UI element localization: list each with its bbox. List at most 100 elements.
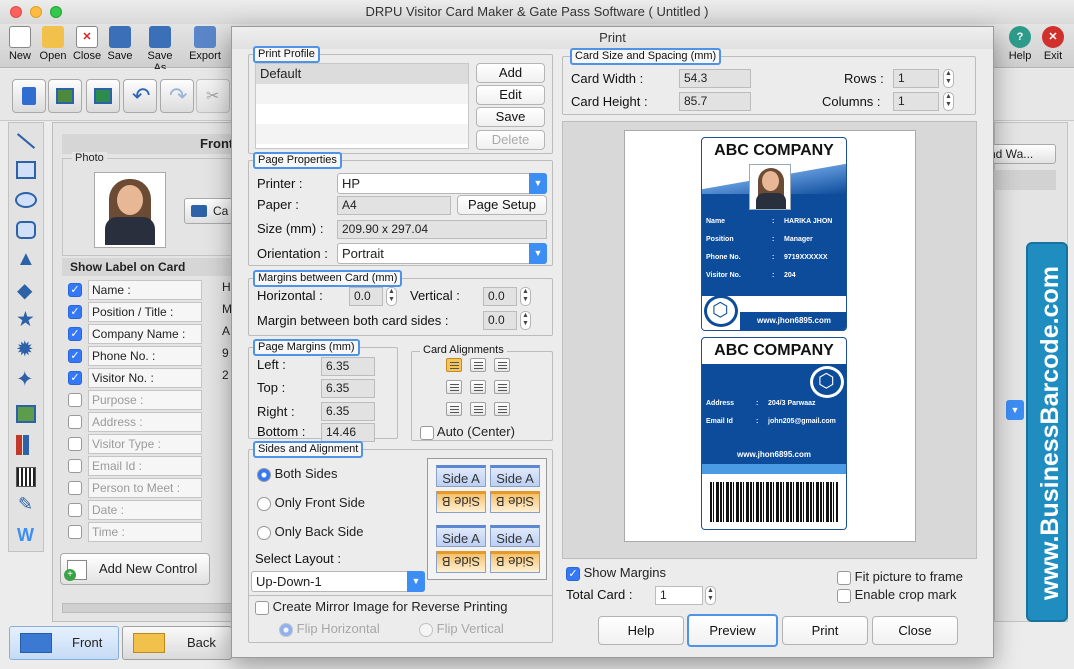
- total-card-field[interactable]: 1: [655, 586, 703, 605]
- redo-button[interactable]: ↷: [160, 79, 194, 113]
- profile-list-item[interactable]: Default: [256, 64, 468, 84]
- show-label-checkbox[interactable]: [68, 437, 82, 451]
- show-label-row[interactable]: ✓ Visitor No. :: [66, 368, 204, 389]
- right-margin-field[interactable]: 6.35: [321, 402, 375, 421]
- mirror-checkbox[interactable]: Create Mirror Image for Reverse Printing: [255, 599, 507, 615]
- add-new-control-button[interactable]: + Add New Control: [60, 553, 210, 585]
- align-top-left-button[interactable]: [446, 358, 462, 372]
- show-label-checkbox[interactable]: [68, 415, 82, 429]
- align-middle-left-button[interactable]: [446, 380, 462, 394]
- watermark-tool[interactable]: W: [12, 524, 40, 550]
- orientation-select[interactable]: Portrait ▼: [337, 243, 547, 264]
- flip-horizontal-radio[interactable]: Flip Horizontal: [279, 621, 380, 637]
- show-margins-check[interactable]: ✓: [566, 566, 580, 581]
- back-only-radio-dot[interactable]: [257, 525, 271, 540]
- text-tool-button[interactable]: [12, 79, 46, 113]
- top-margin-field[interactable]: 6.35: [321, 379, 375, 398]
- minimize-window-icon[interactable]: [30, 6, 42, 18]
- show-label-row[interactable]: Email Id :: [66, 456, 204, 477]
- auto-center-checkbox[interactable]: Auto (Center): [420, 424, 515, 440]
- arrow-star-tool[interactable]: ✦: [12, 368, 40, 394]
- show-label-checkbox[interactable]: ✓: [68, 371, 82, 385]
- back-only-radio[interactable]: Only Back Side: [257, 524, 364, 540]
- star-tool[interactable]: ★: [12, 308, 40, 334]
- show-label-row[interactable]: ✓ Phone No. :: [66, 346, 204, 367]
- library-tool[interactable]: [12, 432, 40, 458]
- add-profile-button[interactable]: Add: [476, 63, 545, 83]
- show-label-checkbox[interactable]: ✓: [68, 305, 82, 319]
- signature-tool[interactable]: ✎: [12, 494, 40, 520]
- columns-field[interactable]: 1: [893, 92, 939, 111]
- show-label-checkbox[interactable]: [68, 525, 82, 539]
- close-window-icon[interactable]: [10, 6, 22, 18]
- card-width-field[interactable]: 54.3: [679, 69, 751, 88]
- barcode-tool[interactable]: [12, 464, 40, 490]
- show-label-row[interactable]: Person to Meet :: [66, 478, 204, 499]
- diamond-tool[interactable]: ◆: [12, 278, 40, 304]
- export-button[interactable]: Export: [186, 26, 224, 62]
- new-button[interactable]: New: [2, 26, 38, 62]
- help-button[interactable]: ? Help: [1002, 26, 1038, 62]
- crop-mark-checkbox[interactable]: Enable crop mark: [837, 587, 957, 603]
- export-image-button[interactable]: [86, 79, 120, 113]
- show-label-checkbox[interactable]: ✓: [68, 283, 82, 297]
- horizontal-stepper[interactable]: ▲ ▼: [386, 287, 397, 306]
- total-card-stepper[interactable]: ▲ ▼: [705, 586, 716, 605]
- auto-center-check[interactable]: [420, 425, 434, 440]
- front-only-radio-dot[interactable]: [257, 496, 271, 511]
- triangle-tool[interactable]: ▲: [12, 248, 40, 274]
- both-sides-radio-dot[interactable]: [257, 467, 271, 482]
- show-label-checkbox[interactable]: [68, 393, 82, 407]
- edit-profile-button[interactable]: Edit: [476, 85, 545, 105]
- exit-button[interactable]: ✕ Exit: [1035, 26, 1071, 62]
- align-middle-right-button[interactable]: [494, 380, 510, 394]
- show-label-row[interactable]: Address :: [66, 412, 204, 433]
- mirror-check[interactable]: [255, 600, 269, 615]
- show-label-row[interactable]: ✓ Name :: [66, 280, 204, 301]
- show-label-row[interactable]: ✓ Company Name :: [66, 324, 204, 345]
- align-center-button[interactable]: [470, 380, 486, 394]
- rows-stepper[interactable]: ▲ ▼: [943, 69, 954, 88]
- show-label-row[interactable]: Date :: [66, 500, 204, 521]
- right-dropdown-arrow[interactable]: ▼: [1006, 400, 1024, 420]
- printer-select[interactable]: HP ▼: [337, 173, 547, 194]
- show-label-checkbox[interactable]: [68, 459, 82, 473]
- close-dialog-button[interactable]: Close: [872, 616, 958, 645]
- tab-front[interactable]: Front: [9, 626, 119, 660]
- profile-list[interactable]: Default: [255, 63, 469, 149]
- save-profile-button[interactable]: Save: [476, 107, 545, 127]
- align-bottom-right-button[interactable]: [494, 402, 510, 416]
- help-dialog-button[interactable]: Help: [598, 616, 684, 645]
- card-height-field[interactable]: 85.7: [679, 92, 751, 111]
- show-label-checkbox[interactable]: [68, 481, 82, 495]
- horizontal-field[interactable]: 0.0: [349, 287, 383, 306]
- front-only-radio[interactable]: Only Front Side: [257, 495, 365, 511]
- page-setup-button[interactable]: Page Setup: [457, 195, 547, 215]
- show-label-checkbox[interactable]: ✓: [68, 349, 82, 363]
- paper-field[interactable]: A4: [337, 196, 451, 215]
- cut-button[interactable]: ✂: [196, 79, 230, 113]
- close-button[interactable]: ✕ Close: [69, 26, 105, 62]
- image-tool-button[interactable]: [48, 79, 82, 113]
- save-as-button[interactable]: Save As: [140, 26, 180, 74]
- show-margins-checkbox[interactable]: ✓ Show Margins: [566, 565, 666, 581]
- open-button[interactable]: Open: [35, 26, 71, 62]
- columns-stepper[interactable]: ▲ ▼: [943, 92, 954, 111]
- both-sides-margin-stepper[interactable]: ▲ ▼: [520, 311, 531, 330]
- rows-field[interactable]: 1: [893, 69, 939, 88]
- delete-profile-button[interactable]: Delete: [476, 130, 545, 150]
- show-label-row[interactable]: ✓ Position / Title :: [66, 302, 204, 323]
- line-tool[interactable]: [12, 128, 40, 154]
- crop-mark-check[interactable]: [837, 588, 851, 603]
- flip-vertical-dot[interactable]: [419, 622, 433, 637]
- rectangle-tool[interactable]: [12, 158, 40, 184]
- show-label-row[interactable]: Visitor Type :: [66, 434, 204, 455]
- flip-vertical-radio[interactable]: Flip Vertical: [419, 621, 504, 637]
- rounded-rect-tool[interactable]: [12, 218, 40, 244]
- flip-horizontal-dot[interactable]: [279, 622, 293, 637]
- both-sides-margin-field[interactable]: 0.0: [483, 311, 517, 330]
- fit-picture-check[interactable]: [837, 570, 851, 585]
- ellipse-tool[interactable]: [12, 188, 40, 214]
- align-top-right-button[interactable]: [494, 358, 510, 372]
- save-button[interactable]: Save: [102, 26, 138, 62]
